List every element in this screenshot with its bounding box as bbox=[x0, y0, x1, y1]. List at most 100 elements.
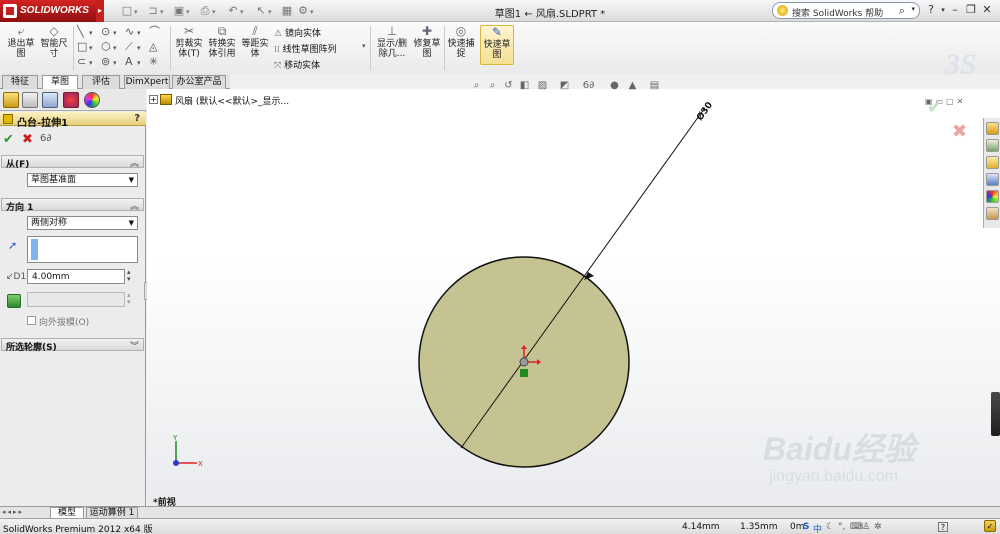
help-search-box[interactable]: 搜索 SolidWorks 帮助 ⌕ ▾ bbox=[772, 2, 920, 19]
options-dropdown-icon[interactable]: ▾ bbox=[310, 4, 318, 18]
ime-settings-icon[interactable]: ✲ bbox=[874, 522, 882, 532]
select-icon[interactable]: ↖ bbox=[254, 4, 268, 18]
move-entities-button[interactable]: ⤧ 移动实体 bbox=[274, 58, 320, 71]
draft-spinner[interactable]: ▴ ▾ bbox=[127, 292, 131, 306]
from-section-header[interactable]: 从(F) ︽ bbox=[1, 155, 144, 170]
dimxpert-manager-icon[interactable] bbox=[63, 92, 79, 108]
view-palette-icon[interactable] bbox=[986, 173, 999, 186]
tab-motion-study[interactable]: 运动算例 1 bbox=[86, 507, 138, 518]
reverse-direction-icon[interactable]: ➚ bbox=[8, 239, 17, 252]
quick-snaps-button[interactable]: ◎ 快速捕 捉 bbox=[446, 25, 476, 60]
slot-icon[interactable]: ⊂ bbox=[77, 56, 89, 67]
custom-properties-icon[interactable] bbox=[986, 207, 999, 220]
ellipse-icon[interactable]: ⊚ bbox=[101, 56, 113, 67]
new-dropdown-icon[interactable]: ▾ bbox=[134, 4, 142, 18]
apply-scene-icon[interactable]: ▲ bbox=[626, 79, 639, 92]
display-manager-icon[interactable] bbox=[84, 92, 100, 108]
configuration-manager-icon[interactable] bbox=[42, 92, 58, 108]
zoom-to-fit-icon[interactable]: ⌕ bbox=[470, 79, 483, 92]
sketch-origin-point[interactable] bbox=[519, 357, 529, 367]
property-manager-icon[interactable] bbox=[22, 92, 38, 108]
ime-s-icon[interactable]: S bbox=[803, 522, 809, 532]
menu-expand-arrow[interactable]: ▸ bbox=[96, 0, 104, 22]
options-icon[interactable]: ⚙ bbox=[296, 4, 310, 18]
tab-model[interactable]: 模型 bbox=[50, 507, 84, 518]
polygon-icon[interactable]: ⬡ bbox=[101, 41, 113, 52]
restore-button[interactable]: ❐ bbox=[964, 3, 978, 17]
depth-spinner[interactable]: ▴ ▾ bbox=[127, 269, 131, 283]
display-style-icon[interactable]: ◩ bbox=[558, 79, 571, 92]
rebuild-status-icon[interactable]: ✓ bbox=[984, 520, 996, 532]
appearances-icon[interactable] bbox=[986, 190, 999, 203]
exit-sketch-button[interactable]: ⤶ 退出草 图 bbox=[6, 25, 36, 60]
feature-manager-icon[interactable] bbox=[3, 92, 19, 108]
ime-chinese-icon[interactable]: 中 bbox=[813, 522, 822, 534]
search-dropdown-icon[interactable]: ▾ bbox=[911, 5, 915, 13]
select-dropdown-icon[interactable]: ▾ bbox=[268, 4, 276, 18]
tab-dimxpert[interactable]: DimXpert bbox=[124, 75, 170, 89]
tab-scroll-arrows[interactable]: ◂◂▸▸ bbox=[2, 508, 24, 516]
rectangle-icon[interactable]: □ bbox=[77, 41, 89, 52]
status-help-icon[interactable]: ? bbox=[938, 522, 948, 532]
display-delete-relations-button[interactable]: ⊥ 显示/删 除几... bbox=[374, 25, 410, 60]
draft-outward-checkbox[interactable] bbox=[27, 316, 36, 325]
fillet-icon[interactable]: ⌒ bbox=[149, 26, 161, 37]
hide-show-items-icon[interactable]: 6∂ bbox=[582, 79, 595, 92]
text-dropdown-icon[interactable]: ▾ bbox=[137, 58, 149, 69]
view-orientation-icon[interactable]: ▨ bbox=[536, 79, 549, 92]
from-start-condition-select[interactable]: 草图基准面 ▼ bbox=[27, 173, 138, 187]
open-icon[interactable]: ⊐ bbox=[146, 4, 160, 18]
linear-pattern-button[interactable]: ⁞⁞ 线性草图阵列 bbox=[274, 42, 337, 55]
ime-user-icon[interactable]: ♙ bbox=[862, 522, 870, 532]
help-button[interactable]: ? bbox=[134, 113, 140, 124]
rectangle-dropdown-icon[interactable]: ▾ bbox=[89, 43, 101, 54]
undo-icon[interactable]: ↶ bbox=[226, 4, 240, 18]
trim-entities-button[interactable]: ✂ 剪裁实 体(T) bbox=[174, 25, 204, 60]
new-document-icon[interactable]: □ bbox=[120, 4, 134, 18]
smart-dimension-button[interactable]: ◇ 智能尺 寸 bbox=[38, 25, 70, 60]
detailed-preview-icon[interactable]: 6∂ bbox=[40, 133, 52, 144]
polygon-dropdown-icon[interactable]: ▾ bbox=[113, 43, 125, 54]
arc-dropdown-icon[interactable]: ▾ bbox=[137, 28, 149, 39]
open-dropdown-icon[interactable]: ▾ bbox=[160, 4, 168, 18]
save-dropdown-icon[interactable]: ▾ bbox=[186, 4, 194, 18]
tab-sketch[interactable]: 草图 bbox=[42, 75, 78, 89]
diameter-dimension-text[interactable]: Ø30 bbox=[694, 100, 715, 123]
ellipse-dropdown-icon[interactable]: ▾ bbox=[113, 58, 125, 69]
file-explorer-icon[interactable] bbox=[986, 156, 999, 169]
selected-contours-section-header[interactable]: 所选轮廓(S) ︾ bbox=[1, 338, 144, 353]
pattern-dropdown-icon[interactable]: ▾ bbox=[362, 42, 366, 50]
point-icon[interactable]: ✳ bbox=[149, 56, 161, 67]
search-icon[interactable]: ⌕ bbox=[899, 4, 905, 18]
solidworks-logo[interactable]: SOLIDWORKS bbox=[0, 0, 96, 22]
arc-icon[interactable]: ∿ bbox=[125, 26, 137, 37]
sketch-confirm-icon[interactable]: ✔ bbox=[927, 97, 942, 118]
line-icon[interactable]: ╲ bbox=[77, 26, 89, 37]
offset-entities-button[interactable]: ⫽ 等距实 体 bbox=[240, 25, 270, 60]
plane-icon[interactable]: ◬ bbox=[149, 41, 161, 52]
edit-appearance-icon[interactable]: ● bbox=[608, 79, 621, 92]
ok-icon[interactable]: ✔ bbox=[3, 132, 14, 147]
line-dropdown-icon[interactable]: ▾ bbox=[89, 28, 101, 39]
collapse-chevron-icon[interactable]: ︽ bbox=[130, 156, 139, 169]
undo-dropdown-icon[interactable]: ▾ bbox=[240, 4, 248, 18]
draft-angle-input[interactable] bbox=[27, 292, 125, 307]
text-tool-icon[interactable]: A bbox=[125, 56, 137, 67]
print-dropdown-icon[interactable]: ▾ bbox=[212, 4, 220, 18]
ime-moon-icon[interactable]: ☾ bbox=[826, 522, 834, 532]
rebuild-icon[interactable]: ▦ bbox=[280, 4, 294, 18]
slot-dropdown-icon[interactable]: ▾ bbox=[89, 58, 101, 69]
view-settings-icon[interactable]: ▤ bbox=[648, 79, 661, 92]
direction-selection-box[interactable] bbox=[27, 236, 138, 263]
save-icon[interactable]: ▣ bbox=[172, 4, 186, 18]
section-view-icon[interactable]: ◧ bbox=[518, 79, 531, 92]
cancel-icon[interactable]: ✖ bbox=[22, 132, 33, 147]
direction1-section-header[interactable]: 方向 1 ︽ bbox=[1, 198, 144, 213]
spline-dropdown-icon[interactable]: ▾ bbox=[137, 43, 149, 54]
minimize-button[interactable]: – bbox=[948, 3, 962, 17]
mirror-entities-button[interactable]: ⚠ 镜向实体 bbox=[274, 26, 321, 39]
previous-view-icon[interactable]: ↺ bbox=[502, 79, 515, 92]
end-condition-select[interactable]: 两侧对称 ▼ bbox=[27, 216, 138, 230]
depth-input[interactable]: 4.00mm bbox=[27, 269, 125, 284]
tab-office-products[interactable]: 办公室产品 bbox=[172, 75, 226, 89]
